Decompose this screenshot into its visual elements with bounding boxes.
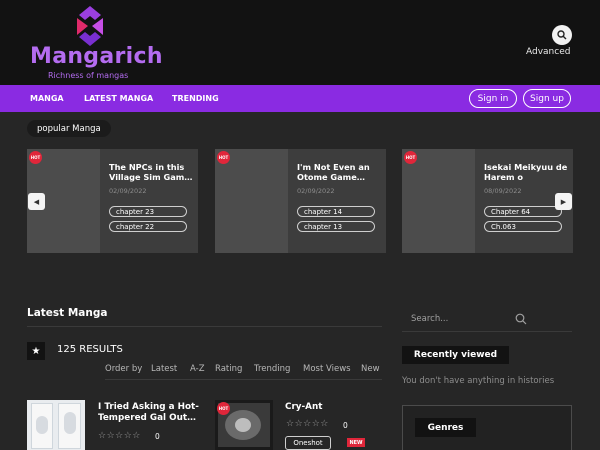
chapter-link[interactable]: Ch.063 (484, 221, 562, 232)
carousel-next-button[interactable]: ▶ (555, 193, 572, 210)
main-nav: MANGA LATEST MANGA TRENDING Sign in Sign… (0, 85, 600, 112)
logo-icon[interactable] (70, 4, 110, 48)
chapter-link[interactable]: chapter 23 (109, 206, 187, 217)
recently-viewed-empty: You don't have anything in histories (402, 376, 555, 386)
manga-title[interactable]: I'm Not Even an Otome Game… (297, 162, 381, 182)
hot-badge: HOT (29, 151, 42, 164)
order-trending[interactable]: Trending (254, 364, 290, 374)
manga-cover[interactable] (402, 149, 475, 253)
manga-title[interactable]: Cry-Ant (285, 402, 322, 413)
search-icon (557, 30, 567, 40)
manga-cover[interactable] (215, 149, 288, 253)
logo-text[interactable]: Mangarich (30, 44, 163, 69)
popular-card[interactable]: HOT Isekai Meikyuu de Harem o 08/09/2022 … (402, 149, 573, 253)
nav-item-latest-manga[interactable]: LATEST MANGA (84, 94, 153, 103)
latest-section-title: Latest Manga (27, 307, 108, 319)
nav-item-manga[interactable]: MANGA (30, 94, 64, 103)
search-button[interactable] (552, 25, 572, 45)
chapter-link[interactable]: chapter 14 (297, 206, 375, 217)
update-date: 08/09/2022 (484, 187, 522, 195)
rating-stars[interactable]: ☆☆☆☆☆ (286, 419, 329, 429)
popular-card[interactable]: HOT I'm Not Even an Otome Game… 02/09/202… (215, 149, 386, 253)
sign-up-button[interactable]: Sign up (523, 89, 571, 108)
star-icon: ★ (27, 342, 45, 360)
rating-stars[interactable]: ☆☆☆☆☆ (98, 431, 141, 441)
rating-value: 0 (343, 421, 348, 430)
manga-cover[interactable] (27, 400, 85, 450)
search-icon[interactable] (515, 313, 527, 325)
chapter-link[interactable]: chapter 22 (109, 221, 187, 232)
genres-title: Genres (415, 418, 476, 437)
search-underline (402, 331, 572, 332)
rating-value: 0 (155, 432, 160, 441)
sign-in-button[interactable]: Sign in (469, 89, 517, 108)
hot-badge: HOT (404, 151, 417, 164)
order-by-label: Order by (105, 364, 143, 374)
hot-badge: HOT (217, 151, 230, 164)
order-new[interactable]: New (361, 364, 380, 374)
manga-title[interactable]: The NPCs in this Village Sim Gam… (109, 162, 193, 182)
order-latest[interactable]: Latest (151, 364, 177, 374)
manga-title[interactable]: I Tried Asking a Hot- Tempered Gal Out… (98, 402, 199, 424)
chevron-left-icon: ◀ (33, 197, 40, 206)
recently-viewed-title: Recently viewed (402, 346, 509, 364)
new-badge: NEW (347, 438, 365, 447)
popular-card[interactable]: HOT The NPCs in this Village Sim Gam… 02/… (27, 149, 198, 253)
chapter-link[interactable]: Chapter 64 (484, 206, 562, 217)
manga-title[interactable]: Isekai Meikyuu de Harem o (484, 162, 568, 182)
hot-badge: HOT (217, 402, 230, 415)
search-input[interactable] (402, 309, 572, 329)
order-most-views[interactable]: Most Views (303, 364, 351, 374)
nav-item-trending[interactable]: TRENDING (172, 94, 219, 103)
sidebar-search (402, 309, 572, 329)
update-date: 02/09/2022 (109, 187, 147, 195)
carousel-prev-button[interactable]: ◀ (28, 193, 45, 210)
update-date: 02/09/2022 (297, 187, 335, 195)
chapter-link[interactable]: chapter 13 (297, 221, 375, 232)
logo-tagline: Richness of mangas (48, 71, 129, 80)
section-divider (27, 326, 382, 327)
advanced-search-link[interactable]: Advanced (526, 47, 570, 57)
order-divider (105, 379, 382, 380)
results-count: 125 RESULTS (57, 344, 123, 355)
order-a-z[interactable]: A-Z (190, 364, 205, 374)
order-rating[interactable]: Rating (215, 364, 242, 374)
site-header: Mangarich Richness of mangas Advanced (0, 0, 600, 85)
chevron-right-icon: ▶ (560, 197, 567, 206)
popular-section-title: popular Manga (27, 120, 111, 137)
oneshot-badge[interactable]: Oneshot (285, 436, 331, 450)
